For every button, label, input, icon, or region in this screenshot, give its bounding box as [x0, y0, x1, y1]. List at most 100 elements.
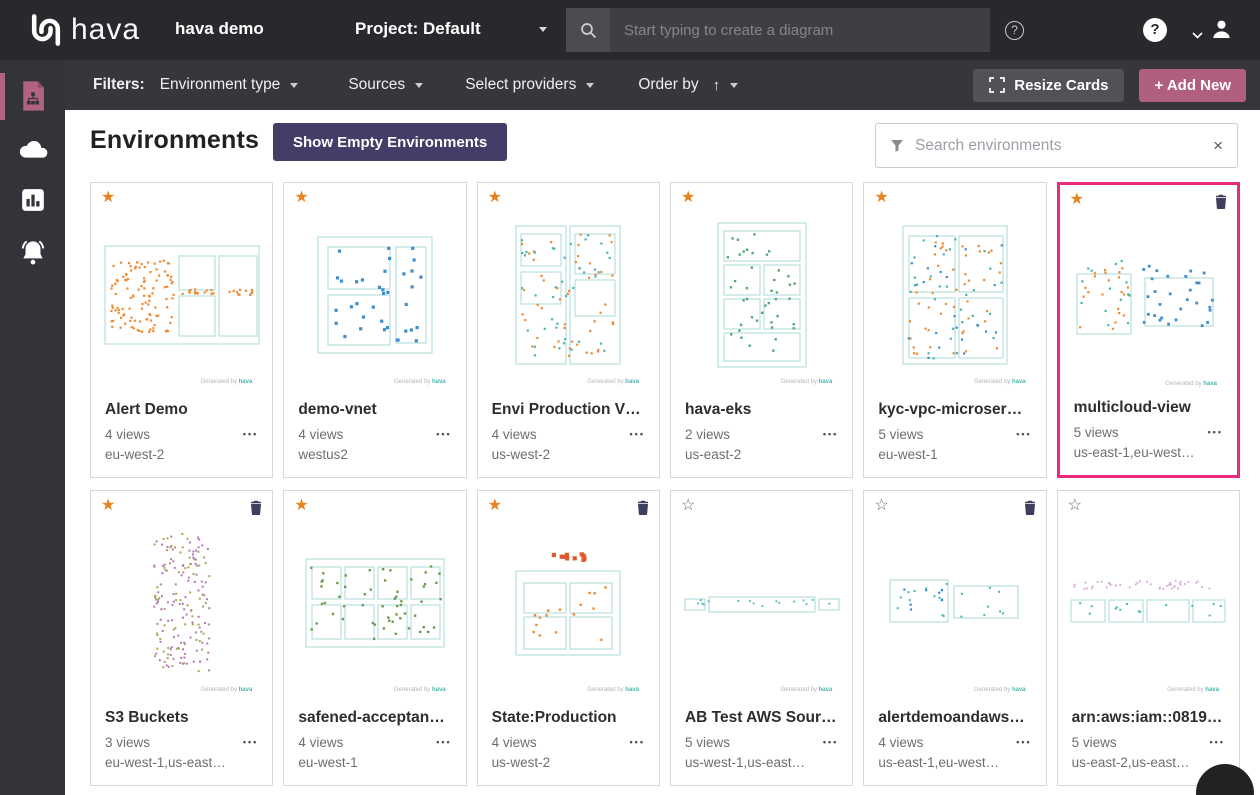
cloud-icon [16, 135, 50, 161]
favorite-star-icon[interactable]: ★ [1070, 192, 1084, 208]
environment-thumbnail[interactable] [478, 199, 659, 391]
card-menu-button[interactable]: ••• [243, 737, 258, 747]
thumbnail-caption: Generated by hava [1165, 381, 1217, 387]
environment-card[interactable]: ★ Generated by hava S3 Buckets 3 views e… [90, 490, 273, 786]
page-header: Environments Show Empty Environments × [65, 110, 1260, 182]
user-avatar-icon[interactable] [1211, 18, 1232, 44]
card-menu-button[interactable]: ••• [436, 429, 451, 439]
environment-title: demo-vnet [298, 401, 451, 419]
card-menu-button[interactable]: ••• [630, 737, 645, 747]
environment-thumbnail[interactable] [864, 507, 1045, 699]
favorite-star-icon[interactable]: ★ [874, 190, 888, 206]
environment-card[interactable]: ★ Generated by hava Envi Production V… 4… [477, 182, 660, 478]
environment-title: AB Test AWS Sour… [685, 709, 838, 727]
favorite-star-icon[interactable]: ★ [488, 498, 502, 514]
environment-card[interactable]: ☆ Generated by hava arn:aws:iam::0819… 5… [1057, 490, 1240, 786]
environment-title: alertdemoandaws… [878, 709, 1031, 727]
trash-icon[interactable] [1024, 500, 1036, 520]
card-menu-button[interactable]: ••• [436, 737, 451, 747]
trash-icon[interactable] [1215, 194, 1227, 214]
views-count: 5 views [878, 427, 1031, 442]
hava-logo[interactable]: hava [26, 11, 140, 49]
active-accent-bar [0, 73, 5, 120]
environment-thumbnail[interactable] [284, 507, 465, 699]
thumbnail-caption: Generated by hava [974, 687, 1026, 693]
diagram-preview-image [512, 222, 624, 368]
environment-thumbnail[interactable] [671, 199, 852, 391]
card-info: hava-eks 2 views us-east-2 ••• [671, 391, 852, 477]
favorite-star-icon[interactable]: ☆ [681, 498, 695, 514]
search-environments-input[interactable] [915, 137, 1202, 155]
views-count: 5 views [1072, 735, 1225, 750]
card-menu-button[interactable]: ••• [1016, 429, 1031, 439]
environment-card[interactable]: ★ Generated by hava State:Production 4 v… [477, 490, 660, 786]
sources-dropdown[interactable]: Sources [348, 76, 423, 94]
card-menu-button[interactable]: ••• [1208, 427, 1223, 437]
environment-thumbnail[interactable] [1060, 201, 1237, 393]
environment-title: arn:aws:iam::0819… [1072, 709, 1225, 727]
card-menu-button[interactable]: ••• [1016, 737, 1031, 747]
environment-card[interactable]: ★ Generated by hava kyc-vpc-microser… 5 … [863, 182, 1046, 478]
create-diagram-input[interactable] [610, 8, 990, 52]
show-empty-environments-button[interactable]: Show Empty Environments [273, 123, 507, 161]
card-menu-button[interactable]: ••• [243, 429, 258, 439]
favorite-star-icon[interactable]: ★ [294, 498, 308, 514]
environment-type-dropdown[interactable]: Environment type [160, 76, 299, 94]
order-by-dropdown[interactable]: Order by ↑ [638, 76, 738, 94]
favorite-star-icon[interactable]: ★ [488, 190, 502, 206]
environment-card[interactable]: ★ Generated by hava safened-acceptan… 4 … [283, 490, 466, 786]
environment-thumbnail[interactable] [1058, 507, 1239, 699]
card-menu-button[interactable]: ••• [1210, 737, 1225, 747]
card-info: AB Test AWS Sour… 5 views us-west-1,us-e… [671, 699, 852, 785]
search-environments-box[interactable]: × [875, 123, 1238, 168]
add-new-button[interactable]: + Add New [1139, 69, 1246, 102]
diagram-preview-image [302, 555, 448, 651]
select-providers-dropdown[interactable]: Select providers [465, 76, 594, 94]
card-menu-button[interactable]: ••• [823, 429, 838, 439]
favorite-star-icon[interactable]: ☆ [874, 498, 888, 514]
favorite-star-icon[interactable]: ★ [101, 498, 115, 514]
environment-thumbnail[interactable] [284, 199, 465, 391]
favorite-star-icon[interactable]: ★ [294, 190, 308, 206]
environment-thumbnail[interactable] [864, 199, 1045, 391]
favorite-star-icon[interactable]: ★ [101, 190, 115, 206]
environment-card[interactable]: ☆ Generated by hava AB Test AWS Sour… 5 … [670, 490, 853, 786]
sidebar-item-sources[interactable] [0, 122, 65, 174]
environment-card[interactable]: ☆ Generated by hava alertdemoandaws… 4 v… [863, 490, 1046, 786]
search-help-icon[interactable]: ? [1005, 21, 1024, 40]
regions-text: us-west-2 [492, 447, 645, 462]
environment-thumbnail[interactable] [91, 507, 272, 699]
clear-search-icon[interactable]: × [1213, 137, 1223, 154]
environment-thumbnail[interactable] [91, 199, 272, 391]
card-info: alertdemoandaws… 4 views us-east-1,eu-we… [864, 699, 1045, 785]
filter-bar: Filters: Environment type Sources Select… [65, 60, 1260, 110]
environment-title: State:Production [492, 709, 645, 727]
environment-card[interactable]: ★ Generated by hava multicloud-view 5 vi… [1057, 182, 1240, 478]
favorite-star-icon[interactable]: ★ [681, 190, 695, 206]
card-menu-button[interactable]: ••• [630, 429, 645, 439]
account-chevron-icon[interactable] [1192, 26, 1203, 44]
filters-label: Filters: [93, 76, 145, 94]
thumbnail-caption: Generated by hava [1167, 687, 1219, 693]
thumbnail-caption: Generated by hava [974, 379, 1026, 385]
environment-card[interactable]: ★ Generated by hava demo-vnet 4 views we… [283, 182, 466, 478]
resize-cards-button[interactable]: Resize Cards [973, 69, 1124, 102]
card-info: demo-vnet 4 views westus2 ••• [284, 391, 465, 477]
sidebar-item-usage[interactable] [0, 174, 65, 226]
sidebar-item-alerts[interactable] [0, 226, 65, 278]
help-button[interactable]: ? [1143, 18, 1167, 42]
trash-icon[interactable] [250, 500, 262, 520]
environment-thumbnail[interactable] [478, 507, 659, 699]
search-button[interactable] [566, 8, 610, 52]
card-menu-button[interactable]: ••• [823, 737, 838, 747]
workspace-name[interactable]: hava demo [175, 19, 264, 39]
project-selector[interactable]: Project: Default [355, 19, 547, 39]
favorite-star-icon[interactable]: ☆ [1068, 498, 1082, 514]
sort-direction-arrow-icon[interactable]: ↑ [713, 77, 721, 94]
environment-card[interactable]: ★ Generated by hava hava-eks 2 views us-… [670, 182, 853, 478]
create-diagram-search[interactable] [566, 8, 990, 52]
environment-thumbnail[interactable] [671, 507, 852, 699]
sidebar-item-environments[interactable] [0, 70, 65, 122]
trash-icon[interactable] [637, 500, 649, 520]
environment-card[interactable]: ★ Generated by hava Alert Demo 4 views e… [90, 182, 273, 478]
